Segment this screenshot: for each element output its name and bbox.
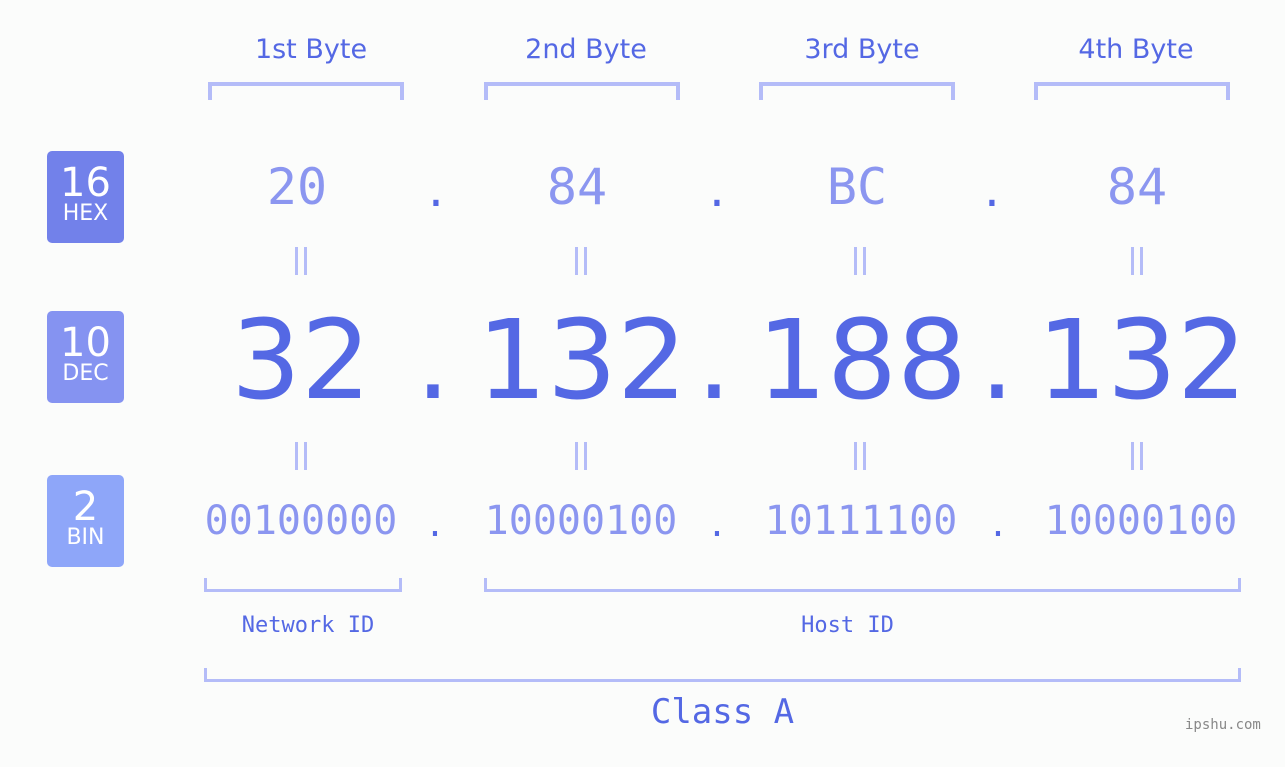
byte-header-1: 1st Byte <box>254 34 368 65</box>
dec-byte-4: 132 <box>1037 296 1247 424</box>
dec-base-label: DEC <box>62 361 109 386</box>
dec-badge: 10 DEC <box>47 311 124 403</box>
hex-separator-1: . <box>428 160 444 218</box>
bin-base-label: BIN <box>66 525 105 550</box>
class-bracket <box>204 668 1241 682</box>
byte-header-3: 3rd Byte <box>804 34 920 65</box>
watermark: ipshu.com <box>1185 717 1261 733</box>
host-id-bracket <box>484 578 1241 592</box>
byte-header-2: 2nd Byte <box>525 34 647 65</box>
equals-icon <box>850 442 870 470</box>
bin-byte-2: 10000100 <box>484 498 678 544</box>
byte-bracket-4 <box>1034 82 1230 100</box>
equals-icon <box>571 442 591 470</box>
hex-separator-2: . <box>709 160 725 218</box>
byte-bracket-3 <box>759 82 955 100</box>
hex-base-label: HEX <box>62 201 109 226</box>
equals-icon <box>1127 442 1147 470</box>
equals-icon <box>291 247 311 275</box>
dec-byte-3: 188 <box>757 296 967 424</box>
hex-byte-1: 20 <box>266 158 328 216</box>
bin-badge: 2 BIN <box>47 475 124 567</box>
bin-separator-1: . <box>428 500 442 546</box>
dec-separator-1: . <box>415 296 451 424</box>
equals-icon <box>571 247 591 275</box>
hex-byte-3: BC <box>826 158 888 216</box>
byte-bracket-2 <box>484 82 680 100</box>
bin-byte-3: 10111100 <box>764 498 958 544</box>
byte-header-4: 4th Byte <box>1078 34 1194 65</box>
dec-byte-2: 132 <box>477 296 687 424</box>
dec-separator-2: . <box>696 296 732 424</box>
hex-badge: 16 HEX <box>47 151 124 243</box>
bin-separator-2: . <box>710 500 724 546</box>
dec-byte-1: 32 <box>231 296 371 424</box>
dec-separator-3: . <box>979 296 1015 424</box>
dec-base-number: 10 <box>60 320 111 366</box>
hex-byte-4: 84 <box>1106 158 1168 216</box>
equals-icon <box>1127 247 1147 275</box>
equals-icon <box>291 442 311 470</box>
bin-base-number: 2 <box>72 484 99 530</box>
network-id-label: Network ID <box>241 613 375 638</box>
hex-byte-2: 84 <box>546 158 608 216</box>
hex-base-number: 16 <box>60 160 111 206</box>
byte-bracket-1 <box>208 82 404 100</box>
bin-separator-3: . <box>991 500 1005 546</box>
class-label: Class A <box>650 692 795 732</box>
network-id-bracket <box>204 578 402 592</box>
equals-icon <box>850 247 870 275</box>
bin-byte-1: 00100000 <box>204 498 398 544</box>
host-id-label: Host ID <box>801 613 894 638</box>
hex-separator-3: . <box>984 160 1000 218</box>
bin-byte-4: 10000100 <box>1044 498 1238 544</box>
